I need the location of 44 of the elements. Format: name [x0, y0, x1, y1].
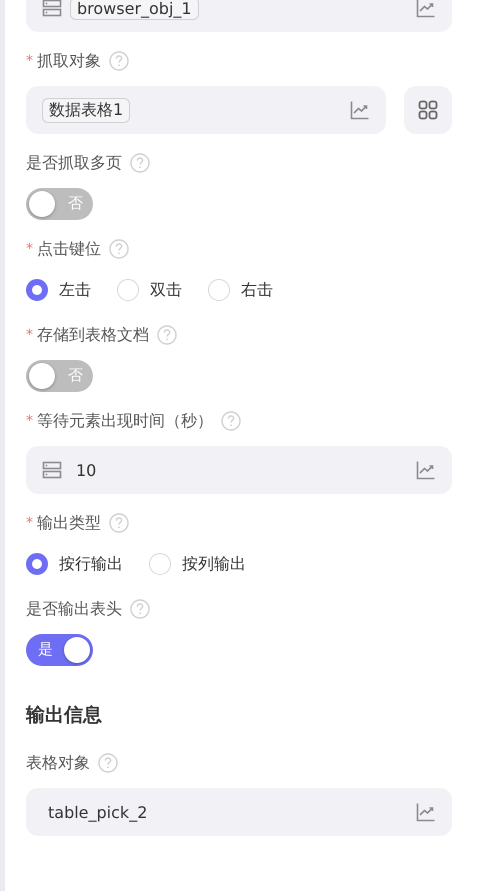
help-icon — [130, 599, 150, 619]
field-label: 存储到表格文档 — [37, 324, 149, 346]
radio-label[interactable]: 按列输出 — [182, 554, 246, 574]
required-mark: * — [26, 241, 33, 257]
required-mark: * — [26, 327, 33, 343]
chart-icon — [416, 802, 436, 822]
field-label: 等待元素出现时间（秒） — [37, 410, 213, 432]
toggle-switch[interactable]: 是 — [26, 634, 93, 666]
field-label: 抓取对象 — [37, 50, 101, 72]
input-field[interactable]: 10 — [26, 446, 452, 494]
help-icon — [221, 411, 241, 431]
section-heading: 输出信息 — [26, 703, 103, 728]
radio-label[interactable]: 双击 — [150, 280, 182, 300]
pick-button[interactable] — [404, 86, 452, 134]
chart-icon — [350, 100, 370, 120]
radio-label[interactable]: 左击 — [59, 280, 91, 300]
radio-button[interactable] — [26, 279, 48, 301]
chart-icon — [416, 460, 436, 480]
input-field[interactable]: 数据表格1 — [26, 86, 386, 134]
input-field[interactable]: table_pick_2 — [26, 788, 452, 836]
required-mark: * — [26, 53, 33, 69]
grid-icon — [418, 100, 438, 120]
input-field[interactable]: browser_obj_1 — [26, 0, 452, 32]
field-label: 输出类型 — [37, 512, 101, 534]
help-icon — [130, 153, 150, 173]
required-mark: * — [26, 515, 33, 531]
radio-button[interactable] — [26, 553, 48, 575]
variable-tag: 数据表格1 — [42, 98, 130, 122]
field-label: 是否输出表头 — [26, 598, 122, 620]
field-value: table_pick_2 — [47, 802, 148, 822]
field-label: 表格对象 — [26, 752, 90, 774]
variable-tag: browser_obj_1 — [70, 0, 199, 20]
chart-icon — [416, 0, 436, 18]
radio-label[interactable]: 右击 — [241, 280, 273, 300]
help-icon — [157, 325, 177, 345]
help-icon — [109, 51, 129, 71]
field-label: 点击键位 — [37, 238, 101, 260]
required-mark: * — [26, 413, 33, 429]
field-value: 10 — [75, 460, 96, 480]
radio-label[interactable]: 按行输出 — [59, 554, 123, 574]
help-icon — [98, 753, 118, 773]
help-icon — [109, 513, 129, 533]
help-icon — [109, 239, 129, 259]
field-label: 是否抓取多页 — [26, 152, 122, 174]
